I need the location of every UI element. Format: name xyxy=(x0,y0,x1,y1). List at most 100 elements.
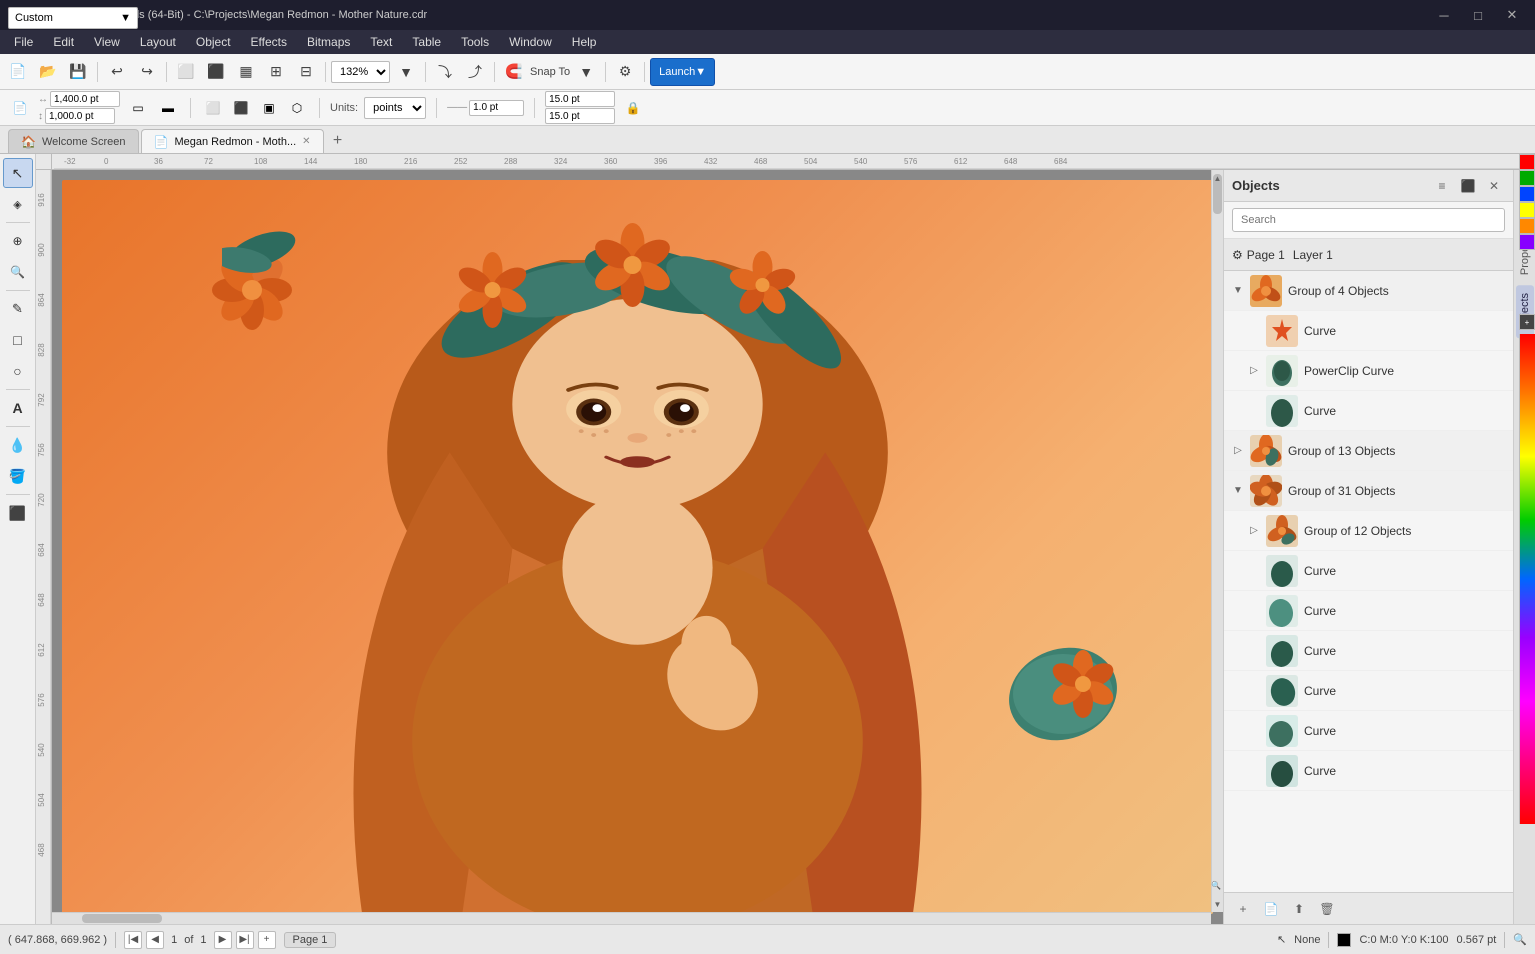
eyedropper-tool[interactable]: 💧 xyxy=(3,430,33,460)
tab-drawing[interactable]: 📄 Megan Redmon - Moth... ✕ xyxy=(141,129,324,153)
freehand-tool[interactable]: ✎ xyxy=(3,294,33,324)
color-palette-strip[interactable] xyxy=(1519,334,1535,824)
page-item[interactable]: ⚙ Page 1 xyxy=(1232,248,1285,262)
snap-btn[interactable]: 🧲 xyxy=(500,58,528,86)
maximize-button[interactable]: □ xyxy=(1463,5,1493,25)
view-mode5-button[interactable]: ⊟ xyxy=(292,58,320,86)
selector-tool[interactable]: ↖ xyxy=(3,158,33,188)
page-btn-2[interactable]: ⬛ xyxy=(229,96,253,120)
page-btn-3[interactable]: ▣ xyxy=(257,96,281,120)
panel-expand-btn[interactable]: ⬛ xyxy=(1457,175,1479,197)
scroll-up-btn[interactable]: ▲ xyxy=(1212,170,1223,186)
add-tab-button[interactable]: + xyxy=(326,129,350,153)
list-item[interactable]: ▷ Curve xyxy=(1224,391,1513,431)
outline-width-input[interactable] xyxy=(469,100,524,116)
menu-bitmaps[interactable]: Bitmaps xyxy=(297,33,360,51)
page-next-btn[interactable]: ▶ xyxy=(214,931,232,949)
color-swatch-blue[interactable] xyxy=(1519,186,1535,202)
current-fill-swatch[interactable] xyxy=(1337,933,1351,947)
page-prev-btn[interactable]: ◀ xyxy=(146,931,164,949)
list-item[interactable]: ▷ Curve xyxy=(1224,711,1513,751)
move-up-btn[interactable]: ⬆ xyxy=(1288,898,1310,920)
zoom-icon-small[interactable]: 🔍 xyxy=(1209,879,1223,892)
page-first-btn[interactable]: |◀ xyxy=(124,931,142,949)
list-item[interactable]: ▷ Group of 12 Objects xyxy=(1224,511,1513,551)
search-input[interactable] xyxy=(1232,208,1505,232)
delete-obj-btn[interactable]: 🗑 xyxy=(1316,898,1338,920)
menu-object[interactable]: Object xyxy=(186,33,241,51)
page-last-btn[interactable]: ▶| xyxy=(236,931,254,949)
ellipse-tool[interactable]: ○ xyxy=(3,356,33,386)
units-select[interactable]: points inches mm cm pixels xyxy=(364,97,426,119)
canvas-scrollbar-v[interactable]: ▼ ▲ 🔍 xyxy=(1211,170,1223,912)
layer-item[interactable]: Layer 1 xyxy=(1293,248,1333,262)
minimize-button[interactable]: ─ xyxy=(1429,5,1459,25)
drawing-canvas[interactable] xyxy=(62,180,1213,914)
list-item[interactable]: ▷ Curve xyxy=(1224,631,1513,671)
page-tab[interactable]: Page 1 xyxy=(284,932,337,948)
page-btn-1[interactable]: ⬜ xyxy=(201,96,225,120)
menu-text[interactable]: Text xyxy=(360,33,402,51)
color-swatch-orange[interactable] xyxy=(1519,218,1535,234)
landscape-btn[interactable]: ▬ xyxy=(156,96,180,120)
settings-button[interactable]: ⚙ xyxy=(611,58,639,86)
list-item[interactable]: ▷ Curve xyxy=(1224,751,1513,791)
import-button[interactable]: ⤵ xyxy=(431,58,459,86)
zoom-tool[interactable]: 🔍 xyxy=(3,257,33,287)
color-swatch-purple[interactable] xyxy=(1519,234,1535,250)
canvas-scrollbar-h[interactable] xyxy=(52,912,1211,924)
list-item[interactable]: ▷ Curve xyxy=(1224,591,1513,631)
list-item[interactable]: ▼ Group of 4 Objects xyxy=(1224,271,1513,311)
menu-layout[interactable]: Layout xyxy=(130,33,186,51)
panel-close-btn[interactable]: ✕ xyxy=(1483,175,1505,197)
add-object-btn[interactable]: + xyxy=(1232,898,1254,920)
list-item[interactable]: ▷ PowerClip Curve xyxy=(1224,351,1513,391)
menu-table[interactable]: Table xyxy=(402,33,451,51)
width-input[interactable] xyxy=(50,91,120,107)
view-mode2-button[interactable]: ⬛ xyxy=(202,58,230,86)
zoom-dropdown-btn[interactable]: ▼ xyxy=(392,58,420,86)
tab-welcome[interactable]: 🏠 Welcome Screen xyxy=(8,129,139,153)
objects-tab[interactable]: Objects xyxy=(1516,285,1534,338)
close-button[interactable]: ✕ xyxy=(1497,5,1527,25)
h-value-input[interactable] xyxy=(545,108,615,124)
new-layer-btn[interactable]: 📄 xyxy=(1260,898,1282,920)
view-mode-button[interactable]: ⬜ xyxy=(172,58,200,86)
menu-effects[interactable]: Effects xyxy=(241,33,297,51)
canvas-area[interactable]: ▼ ▲ 🔍 xyxy=(52,170,1223,924)
launch-button[interactable]: Launch ▼ xyxy=(650,58,715,86)
page-btn-4[interactable]: ⬡ xyxy=(285,96,309,120)
save-button[interactable]: 💾 xyxy=(64,58,92,86)
page-size-icon[interactable]: 📄 xyxy=(8,96,32,120)
lock-ratio-btn[interactable]: 🔒 xyxy=(621,96,645,120)
new-button[interactable]: 📄 xyxy=(4,58,32,86)
color-swatch-green[interactable] xyxy=(1519,170,1535,186)
color-swatch-yellow[interactable] xyxy=(1519,202,1535,218)
rect-tool[interactable]: □ xyxy=(3,325,33,355)
menu-tools[interactable]: Tools xyxy=(451,33,499,51)
redo-button[interactable]: ↪ xyxy=(133,58,161,86)
list-item[interactable]: ▼ Group of 31 Objects xyxy=(1224,471,1513,511)
list-item[interactable]: ▷ Curve xyxy=(1224,311,1513,351)
zoom-dropdown[interactable]: 132% 100% 75% 50% xyxy=(331,61,390,83)
pattern-tool[interactable]: ⬛ xyxy=(3,498,33,528)
menu-help[interactable]: Help xyxy=(562,33,607,51)
transform-tool[interactable]: ⊕ xyxy=(3,226,33,256)
menu-window[interactable]: Window xyxy=(499,33,562,51)
text-tool[interactable]: A xyxy=(3,393,33,423)
portrait-btn[interactable]: ▭ xyxy=(126,96,150,120)
list-item[interactable]: ▷ Curve xyxy=(1224,671,1513,711)
export-button[interactable]: ⤴ xyxy=(461,58,489,86)
node-tool[interactable]: ◈ xyxy=(3,189,33,219)
fill-tool[interactable]: 🪣 xyxy=(3,461,33,491)
panel-menu-btn[interactable]: ≡ xyxy=(1431,175,1453,197)
page-preset-dropdown[interactable]: Custom ▼ xyxy=(8,7,138,29)
add-color-btn[interactable]: + xyxy=(1519,314,1535,330)
view-mode3-button[interactable]: ▦ xyxy=(232,58,260,86)
undo-button[interactable]: ↩ xyxy=(103,58,131,86)
scroll-down-btn[interactable]: ▼ xyxy=(1212,896,1223,912)
snap-dropdown[interactable]: ▼ xyxy=(572,58,600,86)
drawing-tab-close[interactable]: ✕ xyxy=(302,136,310,147)
height-input[interactable] xyxy=(45,108,115,124)
list-item[interactable]: ▷ Curve xyxy=(1224,551,1513,591)
